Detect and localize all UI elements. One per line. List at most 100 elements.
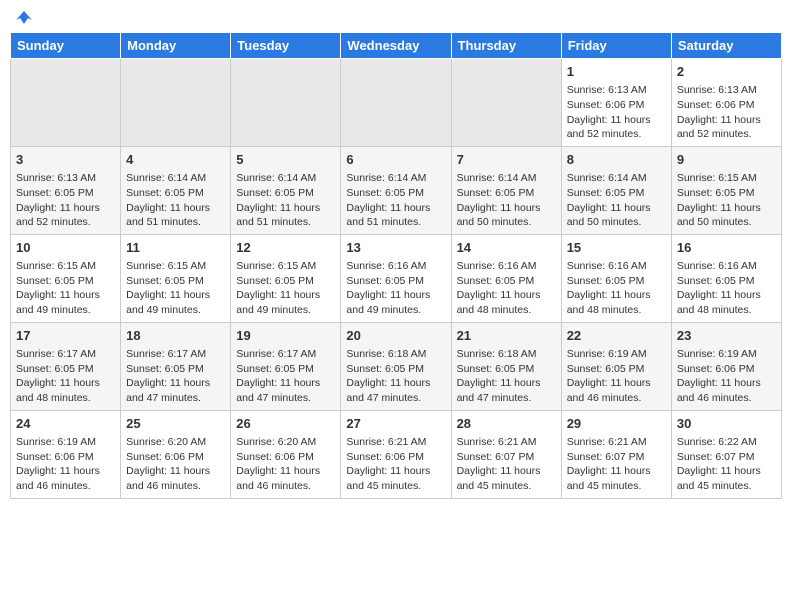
daylight-text: Daylight: 11 hours and 51 minutes. [346,202,430,229]
sunrise-text: Sunrise: 6:13 AM [16,172,96,184]
daylight-text: Daylight: 11 hours and 47 minutes. [346,377,430,404]
daylight-text: Daylight: 11 hours and 46 minutes. [16,465,100,492]
day-number: 3 [16,151,115,169]
day-number: 20 [346,327,445,345]
sunset-text: Sunset: 6:06 PM [677,363,755,375]
day-number: 19 [236,327,335,345]
table-row: 11Sunrise: 6:15 AMSunset: 6:05 PMDayligh… [121,234,231,322]
day-number: 11 [126,239,225,257]
table-row: 20Sunrise: 6:18 AMSunset: 6:05 PMDayligh… [341,322,451,410]
sunset-text: Sunset: 6:05 PM [677,275,755,287]
daylight-text: Daylight: 11 hours and 47 minutes. [236,377,320,404]
sunset-text: Sunset: 6:05 PM [16,187,94,199]
sunrise-text: Sunrise: 6:16 AM [346,260,426,272]
logo [14,10,34,24]
daylight-text: Daylight: 11 hours and 52 minutes. [16,202,100,229]
sunrise-text: Sunrise: 6:15 AM [16,260,96,272]
weekday-header-sunday: Sunday [11,33,121,59]
table-row: 10 Sunrise: 6:15 AM Sunset: 6:05 PM Dayligh… [11,234,121,322]
sunset-text: Sunset: 6:05 PM [236,275,314,287]
sunset-text: Sunset: 6:06 PM [126,451,204,463]
table-row [11,59,121,147]
sunrise-text: Sunrise: 6:14 AM [567,172,647,184]
day-number: 18 [126,327,225,345]
table-row: 6Sunrise: 6:14 AMSunset: 6:05 PMDaylight… [341,146,451,234]
table-row: 14Sunrise: 6:16 AMSunset: 6:05 PMDayligh… [451,234,561,322]
day-number: 27 [346,415,445,433]
sunrise-text: Sunrise: 6:17 AM [16,348,96,360]
sunrise-text: Sunrise: 6:15 AM [236,260,316,272]
day-number: 29 [567,415,666,433]
sunset-text: Sunset: 6:05 PM [457,187,535,199]
day-number: 14 [457,239,556,257]
table-row: 13 Sunrise: 6:16 AM Sunset: 6:05 PM Dayligh… [341,234,451,322]
daylight-text: Daylight: 11 hours and 46 minutes. [126,465,210,492]
daylight-text: Daylight: 11 hours and 47 minutes. [457,377,541,404]
calendar-table: SundayMondayTuesdayWednesdayThursdayFrid… [10,32,782,499]
sunrise-text: Sunrise: 6:16 AM [677,260,757,272]
day-number: 23 [677,327,776,345]
day-number: 12 [236,239,335,257]
day-number: 13 [346,239,445,257]
day-number: 10 [16,239,115,257]
day-number: 16 [677,239,776,257]
table-row: 24Sunrise: 6:19 AMSunset: 6:06 PMDayligh… [11,410,121,498]
sunset-text: Sunset: 6:05 PM [567,187,645,199]
weekday-header-wednesday: Wednesday [341,33,451,59]
calendar-header-row: SundayMondayTuesdayWednesdayThursdayFrid… [11,33,782,59]
sunset-text: Sunset: 6:05 PM [236,187,314,199]
sunrise-text: Sunrise: 6:16 AM [457,260,537,272]
sunrise-text: Sunrise: 6:17 AM [126,348,206,360]
sunset-text: Sunset: 6:07 PM [677,451,755,463]
day-number: 28 [457,415,556,433]
day-number: 17 [16,327,115,345]
sunrise-text: Sunrise: 6:13 AM [677,84,757,96]
table-row: 15Sunrise: 6:16 AMSunset: 6:05 PMDayligh… [561,234,671,322]
sunset-text: Sunset: 6:05 PM [346,275,424,287]
sunset-text: Sunset: 6:05 PM [126,187,204,199]
day-number: 25 [126,415,225,433]
sunset-text: Sunset: 6:05 PM [567,275,645,287]
table-row: 18Sunrise: 6:17 AMSunset: 6:05 PMDayligh… [121,322,231,410]
sunrise-text: Sunrise: 6:17 AM [236,348,316,360]
sunset-text: Sunset: 6:05 PM [567,363,645,375]
day-number: 24 [16,415,115,433]
daylight-text: Daylight: 11 hours and 52 minutes. [567,114,651,141]
sunset-text: Sunset: 6:06 PM [346,451,424,463]
table-row: 17Sunrise: 6:17 AMSunset: 6:05 PMDayligh… [11,322,121,410]
daylight-text: Daylight: 11 hours and 48 minutes. [457,289,541,316]
table-row [451,59,561,147]
sunrise-text: Sunrise: 6:19 AM [677,348,757,360]
sunrise-text: Sunrise: 6:20 AM [126,436,206,448]
sunset-text: Sunset: 6:05 PM [126,363,204,375]
table-row: 4Sunrise: 6:14 AMSunset: 6:05 PMDaylight… [121,146,231,234]
sunset-text: Sunset: 6:05 PM [677,187,755,199]
sunrise-text: Sunrise: 6:18 AM [457,348,537,360]
sunset-text: Sunset: 6:05 PM [16,275,94,287]
sunset-text: Sunset: 6:06 PM [677,99,755,111]
sunrise-text: Sunrise: 6:15 AM [677,172,757,184]
day-number: 4 [126,151,225,169]
sunset-text: Sunset: 6:06 PM [567,99,645,111]
daylight-text: Daylight: 11 hours and 48 minutes. [16,377,100,404]
weekday-header-thursday: Thursday [451,33,561,59]
table-row: 16Sunrise: 6:16 AMSunset: 6:05 PMDayligh… [671,234,781,322]
table-row: 22Sunrise: 6:19 AMSunset: 6:05 PMDayligh… [561,322,671,410]
day-number: 26 [236,415,335,433]
table-row: 5Sunrise: 6:14 AMSunset: 6:05 PMDaylight… [231,146,341,234]
sunrise-text: Sunrise: 6:14 AM [236,172,316,184]
table-row: 21Sunrise: 6:18 AMSunset: 6:05 PMDayligh… [451,322,561,410]
calendar-week-1: 1Sunrise: 6:13 AMSunset: 6:06 PMDaylight… [11,59,782,147]
table-row: 25 Sunrise: 6:20 AM Sunset: 6:06 PM Dayligh… [121,410,231,498]
day-number: 15 [567,239,666,257]
daylight-text: Daylight: 11 hours and 49 minutes. [16,289,100,316]
sunset-text: Sunset: 6:05 PM [346,363,424,375]
weekday-header-monday: Monday [121,33,231,59]
daylight-text: Daylight: 11 hours and 46 minutes. [677,377,761,404]
daylight-text: Daylight: 11 hours and 45 minutes. [457,465,541,492]
weekday-header-tuesday: Tuesday [231,33,341,59]
table-row [121,59,231,147]
sunrise-text: Sunrise: 6:21 AM [346,436,426,448]
daylight-text: Daylight: 11 hours and 52 minutes. [677,114,761,141]
daylight-text: Daylight: 11 hours and 49 minutes. [346,289,430,316]
